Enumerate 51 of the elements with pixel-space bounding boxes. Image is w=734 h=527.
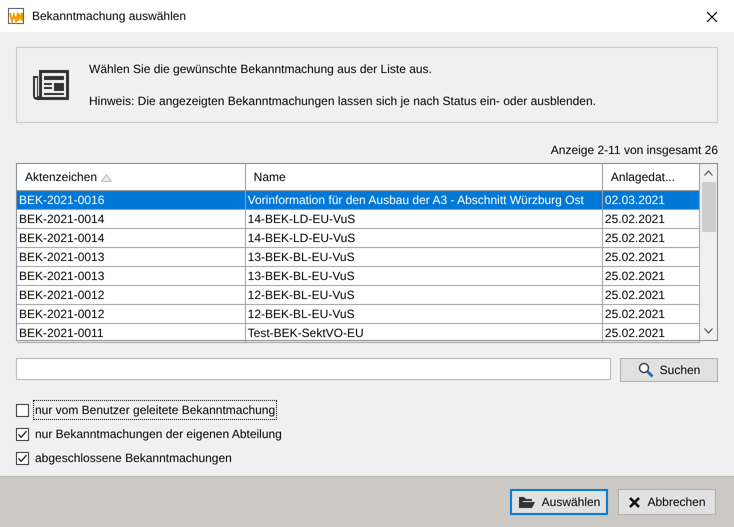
info-text: Hinweis: Die angezeigten Bekanntmachungen lassen sich je nach Status ein- oder ausblenden. bbox=[89, 93, 596, 110]
checkbox[interactable] bbox=[16, 404, 29, 416]
table-cell: BEK-2021-0013 bbox=[17, 247, 246, 266]
table-cell: 13-BEK-BL-EU-VuS bbox=[245, 247, 602, 266]
app-icon bbox=[8, 8, 24, 24]
info-text: Wählen Sie die gewünschte Bekanntmachung aus der Liste aus. bbox=[89, 61, 433, 78]
scroll-down-icon[interactable] bbox=[704, 328, 713, 334]
record-count: Anzeige 2-11 von insgesamt 26 bbox=[550, 143, 718, 157]
cancel-button[interactable]: Abbrechen bbox=[618, 489, 716, 515]
search-field[interactable] bbox=[16, 358, 611, 380]
search-button[interactable]: Suchen bbox=[620, 358, 718, 382]
table-cell: 25.02.2021 bbox=[602, 323, 700, 342]
table-cell: BEK-2021-0011 bbox=[17, 323, 246, 342]
table-cell: BEK-2021-0012 bbox=[17, 285, 246, 304]
table-cell: Test-BEK-SektVO-EU bbox=[245, 323, 602, 342]
column-header[interactable]: Aktenzeichen bbox=[17, 164, 246, 190]
table-cell: 12-BEK-BL-EU-VuS bbox=[245, 285, 602, 304]
column-header[interactable]: Name bbox=[245, 164, 602, 190]
checkbox[interactable] bbox=[16, 452, 29, 464]
table-cell: BEK-2021-0013 bbox=[17, 266, 246, 285]
table-cell: BEK-2021-0012 bbox=[17, 304, 246, 323]
table-cell: 25.02.2021 bbox=[602, 247, 700, 266]
close-icon bbox=[628, 496, 642, 508]
table-cell: 02.03.2021 bbox=[602, 190, 700, 209]
checkbox-label: nur Bekanntmachungen der eigenen Abteilung bbox=[34, 426, 283, 443]
select-button[interactable]: Auswählen bbox=[510, 489, 608, 515]
scroll-thumb[interactable] bbox=[702, 182, 716, 232]
table-cell: BEK-2021-0016 bbox=[17, 190, 246, 209]
folder-icon bbox=[518, 495, 536, 509]
checkbox-label: abgeschlossene Bekanntmachungen bbox=[34, 450, 233, 467]
checkbox[interactable] bbox=[16, 428, 29, 440]
close-icon bbox=[706, 11, 718, 24]
column-header[interactable]: Anlagedat... bbox=[602, 164, 700, 190]
newspaper-icon bbox=[31, 68, 71, 102]
table-cell: 25.02.2021 bbox=[602, 304, 700, 323]
table-cell: 12-BEK-BL-EU-VuS bbox=[245, 304, 602, 323]
scrollbar[interactable] bbox=[700, 164, 717, 340]
table-cell: BEK-2021-0014 bbox=[17, 228, 246, 247]
table-cell: 25.02.2021 bbox=[602, 285, 700, 304]
table-cell: Vorinformation für den Ausbau der A3 - Abschnitt Würzburg Ost bbox=[245, 190, 602, 209]
table-cell: 25.02.2021 bbox=[602, 209, 700, 228]
table-cell: 14-BEK-LD-EU-VuS bbox=[245, 228, 602, 247]
table-cell: 25.02.2021 bbox=[602, 266, 700, 285]
checkbox-label: nur vom Benutzer geleitete Bekanntmachung bbox=[33, 400, 278, 420]
scroll-up-icon[interactable] bbox=[704, 170, 713, 176]
table-cell: BEK-2021-0014 bbox=[17, 209, 246, 228]
search-icon bbox=[638, 362, 654, 378]
window-title: Bekanntmachung auswählen bbox=[32, 8, 186, 25]
table-cell: 25.02.2021 bbox=[602, 228, 700, 247]
table-cell: 13-BEK-BL-EU-VuS bbox=[245, 266, 602, 285]
table-cell: 14-BEK-LD-EU-VuS bbox=[245, 209, 602, 228]
